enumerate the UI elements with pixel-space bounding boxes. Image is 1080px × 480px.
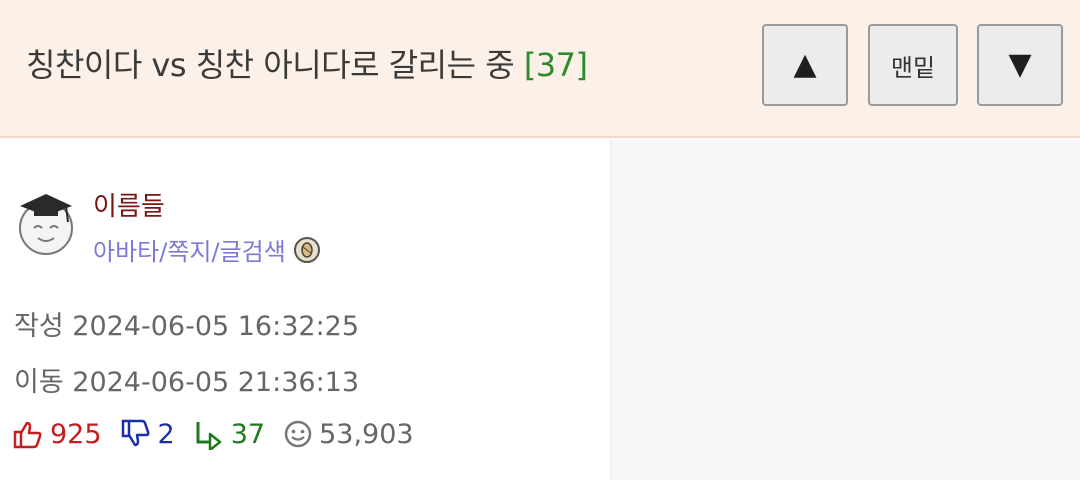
go-to-bottom-button[interactable]: 맨밑 bbox=[868, 24, 958, 106]
upvote-stat[interactable]: 925 bbox=[12, 418, 102, 450]
comment-count[interactable]: [37] bbox=[524, 46, 588, 84]
post-title: 칭찬이다 vs 칭찬 아니다로 갈리는 중 [37] bbox=[26, 40, 588, 86]
downvote-stat[interactable]: 2 bbox=[120, 418, 175, 450]
moved-datetime: 이동 2024-06-05 21:36:13 bbox=[14, 367, 360, 398]
smiley-views-icon bbox=[284, 420, 312, 448]
upvote-count: 925 bbox=[50, 418, 102, 450]
post-header: 칭찬이다 vs 칭찬 아니다로 갈리는 중 [37] ▲ 맨밑 ▼ bbox=[0, 0, 1080, 138]
reply-stat[interactable]: 37 bbox=[193, 418, 265, 450]
post-stats: 925 2 37 53,903 bbox=[12, 416, 432, 452]
author-name[interactable]: 이름들 bbox=[93, 186, 165, 223]
peanut-badge-icon bbox=[293, 236, 320, 263]
side-panel bbox=[610, 140, 1080, 480]
view-count: 53,903 bbox=[319, 418, 414, 450]
scroll-down-button[interactable]: ▼ bbox=[977, 24, 1063, 106]
scroll-up-button[interactable]: ▲ bbox=[762, 24, 848, 106]
created-datetime: 작성 2024-06-05 16:32:25 bbox=[14, 311, 360, 342]
arrow-down-icon: ▼ bbox=[1008, 47, 1032, 82]
downvote-count: 2 bbox=[157, 418, 175, 450]
arrow-up-icon: ▲ bbox=[793, 47, 817, 82]
go-to-bottom-label: 맨밑 bbox=[890, 53, 936, 82]
graduate-face-icon[interactable] bbox=[14, 186, 78, 256]
reply-arrow-icon bbox=[196, 422, 221, 450]
reply-count: 37 bbox=[230, 418, 266, 450]
author-links-text[interactable]: 아바타/쪽지/글검색 bbox=[93, 232, 286, 267]
views-stat: 53,903 bbox=[283, 418, 414, 450]
author-links: 아바타/쪽지/글검색 bbox=[93, 232, 320, 267]
post-title-text: 칭찬이다 vs 칭찬 아니다로 갈리는 중 bbox=[26, 46, 515, 84]
thumbs-up-icon bbox=[13, 421, 42, 449]
thumbs-down-icon bbox=[121, 419, 150, 447]
